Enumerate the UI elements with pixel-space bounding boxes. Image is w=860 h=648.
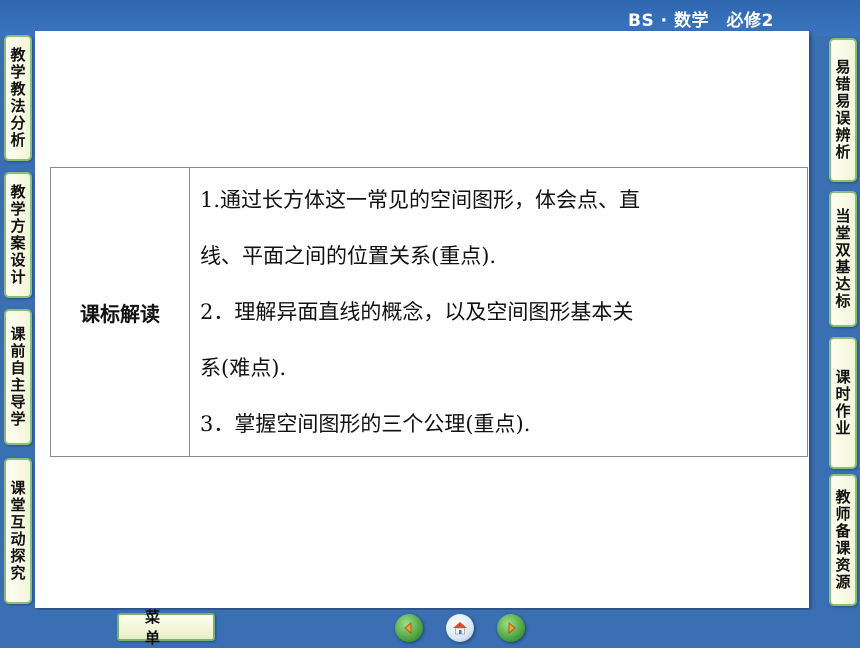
curriculum-table: 课标解读 1.通过长方体这一常见的空间图形，体会点、直 线、平面之间的位置关系(… <box>50 167 808 457</box>
sidebar-tab-basics-check[interactable]: 当堂双基达标 <box>829 191 857 327</box>
forward-arrow-icon[interactable] <box>497 614 525 642</box>
home-icon[interactable] <box>446 614 474 642</box>
sidebar-tab-teaching-method-analysis[interactable]: 教学教法分析 <box>4 35 32 161</box>
sidebar-tab-label: 当堂双基达标 <box>833 208 852 310</box>
sidebar-tab-label: 教师备课资源 <box>833 489 852 591</box>
menu-button[interactable]: 菜 单 <box>117 608 215 647</box>
sidebar-tab-teacher-resources[interactable]: 教师备课资源 <box>829 474 857 606</box>
content-line: 线、平面之间的位置关系(重点). <box>200 244 497 268</box>
content-line: 2．理解异面直线的概念，以及空间图形基本关 <box>200 300 634 324</box>
content-line: 3．掌握空间图形的三个公理(重点). <box>200 412 531 436</box>
sidebar-tab-classroom-interaction[interactable]: 课堂互动探究 <box>4 458 32 604</box>
sidebar-tab-label: 课堂互动探究 <box>8 480 27 582</box>
content-line: 1.通过长方体这一常见的空间图形，体会点、直 <box>200 188 641 212</box>
back-arrow-icon[interactable] <box>395 614 423 642</box>
curriculum-label: 课标解读 <box>50 167 190 457</box>
sidebar-tab-homework[interactable]: 课时作业 <box>829 337 857 469</box>
sidebar-tab-pre-class-self-study[interactable]: 课前自主导学 <box>4 309 32 445</box>
sidebar-tab-teaching-plan-design[interactable]: 教学方案设计 <box>4 172 32 298</box>
curriculum-content: 1.通过长方体这一常见的空间图形，体会点、直 线、平面之间的位置关系(重点). … <box>189 167 808 457</box>
sidebar-tab-label: 教学方案设计 <box>8 184 27 286</box>
course-title: BS · 数学 必修2 <box>628 11 774 31</box>
table-row: 课标解读 1.通过长方体这一常见的空间图形，体会点、直 线、平面之间的位置关系(… <box>50 167 808 457</box>
sidebar-tab-label: 易错易误辨析 <box>833 59 852 161</box>
sidebar-tab-label: 课前自主导学 <box>8 326 27 428</box>
sidebar-tab-label: 课时作业 <box>833 369 852 437</box>
sidebar-tab-error-analysis[interactable]: 易错易误辨析 <box>829 38 857 182</box>
sidebar-tab-label: 教学教法分析 <box>8 47 27 149</box>
content-line: 系(难点). <box>200 356 287 380</box>
